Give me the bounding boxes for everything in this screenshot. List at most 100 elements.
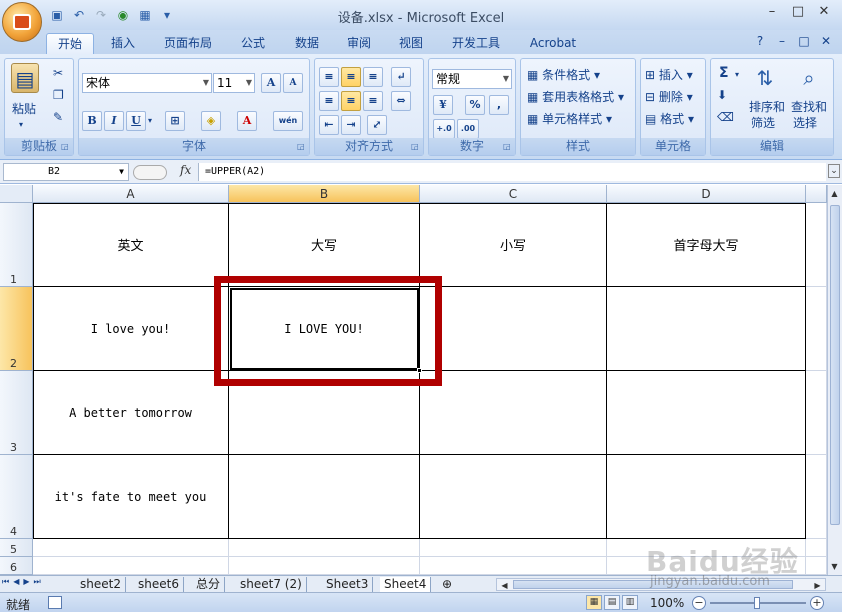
autosum-dropdown-icon[interactable]: ▾ [735,67,739,83]
expand-formula-bar-icon[interactable]: ⌄ [828,164,840,178]
tab-view[interactable]: 视图 [390,33,432,54]
cut-icon[interactable]: ✂ [53,65,63,81]
cell-d2[interactable] [607,287,806,371]
normal-view-icon[interactable]: ▦ [586,595,602,610]
merge-center-icon[interactable]: ⇔ [391,91,411,111]
row-header-2[interactable]: 2 [0,287,33,371]
zoom-in-icon[interactable]: + [810,596,824,610]
font-color-button[interactable]: A [237,111,257,131]
tab-formulas[interactable]: 公式 [232,33,274,54]
cell-e4[interactable] [806,455,827,539]
paste-label[interactable]: 粘贴 [12,101,36,117]
number-format-combo[interactable]: 常规 ▼ [432,69,512,89]
formula-input[interactable]: =UPPER(A2) [198,163,826,181]
tab-data[interactable]: 数据 [286,33,328,54]
conditional-formatting-button[interactable]: ▦ 条件格式 ▾ [527,67,600,83]
delete-cells-button[interactable]: ⊟ 删除 ▾ [645,89,693,105]
scroll-down-icon[interactable]: ▼ [828,560,841,573]
cell-a3[interactable]: A better tomorrow [33,371,229,455]
fill-icon[interactable]: ⬇ [717,87,727,103]
page-break-view-icon[interactable]: ▥ [622,595,638,610]
find-select-icon[interactable]: ⌕ [795,63,823,93]
copy-icon[interactable]: ❐ [53,87,64,103]
insert-function-icon[interactable]: fx [180,163,191,177]
macro-record-icon[interactable] [48,596,62,609]
next-sheet-icon[interactable]: ▶ [23,577,29,587]
cell-b4[interactable] [229,455,420,539]
cell-d4[interactable] [607,455,806,539]
select-all-corner[interactable] [0,185,33,203]
cell-e3[interactable] [806,371,827,455]
vertical-scroll-thumb[interactable] [830,205,840,525]
row-header-1[interactable]: 1 [0,203,33,287]
bold-button[interactable]: B [82,111,102,131]
vertical-scrollbar[interactable]: ▲ ▼ [827,185,842,575]
row-header-4[interactable]: 4 [0,455,33,539]
help-icon[interactable]: ? [752,33,768,49]
ribbon-restore-icon[interactable]: □ [796,33,812,49]
cell-styles-button[interactable]: ▦ 单元格样式 ▾ [527,111,612,127]
zoom-level[interactable]: 100% [650,596,684,610]
sort-filter-label-1[interactable]: 排序和 [749,99,785,115]
wrap-text-icon[interactable]: ↵ [391,67,411,87]
fill-color-icon[interactable]: ◈ [201,111,221,131]
zoom-knob[interactable] [754,597,760,609]
tab-insert[interactable]: 插入 [102,33,144,54]
cell-c5[interactable] [420,539,607,557]
cell-a5[interactable] [33,539,229,557]
align-right-icon[interactable]: ≡ [363,91,383,111]
sheet-tab-sheet3[interactable]: Sheet3 [322,577,374,592]
tab-page-layout[interactable]: 页面布局 [156,33,220,54]
format-cells-button[interactable]: ▤ 格式 ▾ [645,111,694,127]
maximize-icon[interactable]: □ [786,4,810,22]
font-name-combo[interactable]: 宋体 ▼ [82,73,212,93]
sheet-tab-sheet6[interactable]: sheet6 [134,577,184,592]
cell-a6[interactable] [33,557,229,575]
cell-b1[interactable]: 大写 [229,203,420,287]
tab-home[interactable]: 开始 [46,33,94,54]
row-header-3[interactable]: 3 [0,371,33,455]
find-select-label-2[interactable]: 选择 [793,115,817,131]
insert-sheet-icon[interactable]: ⊕ [438,577,456,592]
name-box[interactable]: B2 ▼ [3,163,129,181]
sheet-tab-sheet4[interactable]: Sheet4 [380,577,432,592]
row-header-5[interactable]: 5 [0,539,33,557]
tab-acrobat[interactable]: Acrobat [522,33,584,54]
scroll-up-icon[interactable]: ▲ [828,187,841,200]
decrease-decimal-button[interactable]: .00 [457,119,479,139]
align-center-icon[interactable]: ≡ [341,91,361,111]
cell-c6[interactable] [420,557,607,575]
first-sheet-icon[interactable]: ⏮ [2,577,9,587]
cell-c1[interactable]: 小写 [420,203,607,287]
cell-c4[interactable] [420,455,607,539]
cell-a2[interactable]: I love you! [33,287,229,371]
sort-filter-label-2[interactable]: 筛选 [751,115,775,131]
align-left-icon[interactable]: ≡ [319,91,339,111]
increase-decimal-button[interactable]: +.0 [433,119,455,139]
scroll-right-icon[interactable]: ▶ [811,579,824,592]
cell-e5[interactable] [806,539,827,557]
paste-icon[interactable]: ▤ [11,63,39,93]
cell-a4[interactable]: it's fate to meet you [33,455,229,539]
phonetic-guide-button[interactable]: wén [273,111,303,131]
insert-cells-button[interactable]: ⊞ 插入 ▾ [645,67,693,83]
tab-developer[interactable]: 开发工具 [444,33,508,54]
percent-button[interactable]: % [465,95,485,115]
cell-e6[interactable] [806,557,827,575]
align-middle-icon[interactable]: ≡ [341,67,361,87]
shrink-font-button[interactable]: A [283,73,303,93]
cell-a1[interactable]: 英文 [33,203,229,287]
format-painter-icon[interactable]: ✎ [53,109,63,125]
find-select-label-1[interactable]: 查找和 [791,99,827,115]
column-header-a[interactable]: A [33,185,229,203]
cell-e1[interactable] [806,203,827,287]
sheet-tab-sheet7-2[interactable]: sheet7 (2) [236,577,307,592]
zoom-out-icon[interactable]: − [692,596,706,610]
cell-c2[interactable] [420,287,607,371]
cell-d3[interactable] [607,371,806,455]
minimize-icon[interactable]: – [760,4,784,22]
tab-review[interactable]: 审阅 [338,33,380,54]
clear-icon[interactable]: ⌫ [717,109,734,125]
paste-dropdown-icon[interactable]: ▾ [19,117,23,133]
column-header-d[interactable]: D [607,185,806,203]
